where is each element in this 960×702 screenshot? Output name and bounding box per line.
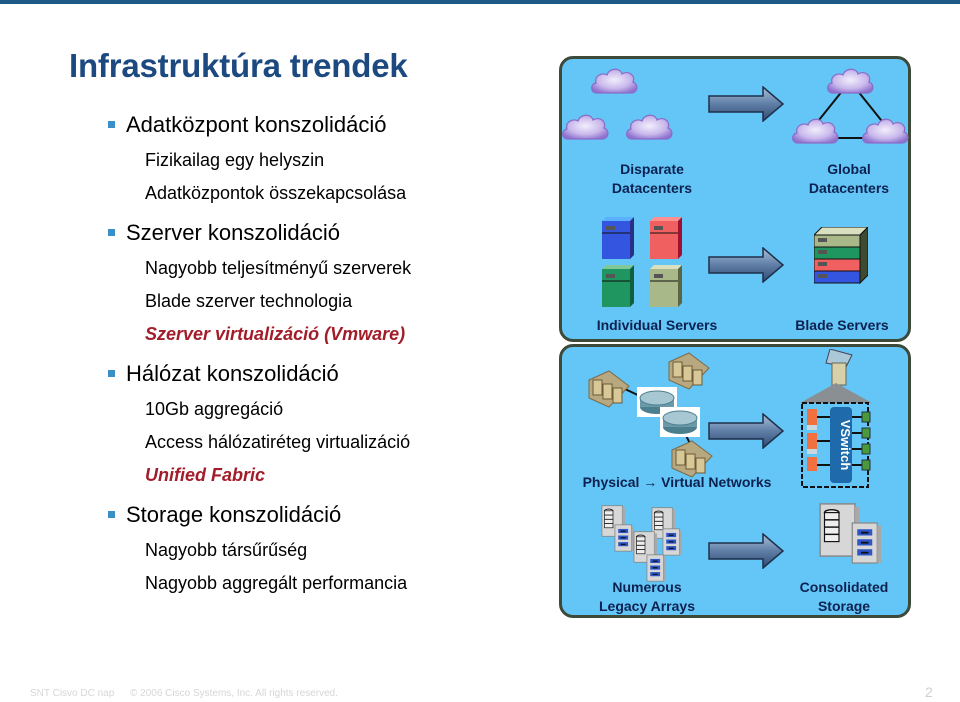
bullet-square-icon bbox=[108, 511, 115, 518]
transition-arrow-icon bbox=[708, 247, 784, 283]
transition-arrow-icon bbox=[708, 86, 784, 122]
label-consolidated-storage: Consolidated Storage bbox=[799, 579, 889, 614]
label-physical-virtual-networks: Physical → Virtual Networks bbox=[582, 474, 772, 490]
vswitch-label: VSwitch bbox=[838, 420, 853, 471]
sub-bullet: Nagyobb aggregált performancia bbox=[145, 573, 408, 593]
consolidated-storage-icon bbox=[817, 501, 887, 571]
server-tower-icon bbox=[650, 265, 682, 307]
transition-arrow-icon bbox=[708, 413, 784, 449]
cloud-icon bbox=[560, 111, 610, 145]
sub-bullet-highlight: Szerver virtualizáció (Vmware) bbox=[145, 324, 406, 344]
diagram-panel-network-storage: Physical → Virtual Networks VSwitch Nume… bbox=[559, 344, 911, 618]
sub-bullet: Nagyobb társűrűség bbox=[145, 540, 308, 560]
bullet-datacenter: Adatközpont konszolidáció bbox=[108, 110, 548, 140]
label-individual-servers: Individual Servers bbox=[596, 317, 718, 333]
transition-arrow-icon bbox=[708, 533, 784, 569]
bullet-square-icon bbox=[108, 370, 115, 377]
bullet-network: Hálózat konszolidáció bbox=[108, 359, 548, 389]
router-icon bbox=[582, 352, 712, 482]
footer-copyright: © 2006 Cisco Systems, Inc. All rights re… bbox=[130, 688, 339, 699]
vswitch-icon: VSwitch bbox=[800, 349, 872, 488]
cloud-triangle-icon bbox=[790, 65, 910, 155]
server-tower-icon bbox=[602, 265, 634, 307]
sub-bullet: Fizikailag egy helyszin bbox=[145, 150, 325, 170]
footer-event: SNT Cisvo DC nap bbox=[30, 688, 115, 699]
cloud-icon bbox=[624, 111, 674, 145]
sub-bullet: Blade szerver technologia bbox=[145, 291, 353, 311]
blade-chassis-icon bbox=[814, 227, 868, 285]
top-accent-bar bbox=[0, 0, 960, 4]
diagram-panel-compute: Disparate Datacenters Global Datacenters I… bbox=[559, 56, 911, 342]
label-disparate-datacenters: Disparate Datacenters bbox=[611, 161, 693, 196]
storage-array-icon bbox=[600, 504, 680, 584]
label-legacy-arrays: Numerous Legacy Arrays bbox=[599, 579, 695, 614]
sub-bullet: 10Gb aggregáció bbox=[145, 399, 284, 419]
slide-title: Infrastruktúra trendek bbox=[69, 47, 408, 84]
bullet-server: Szerver konszolidáció bbox=[108, 218, 548, 248]
server-tower-icon bbox=[602, 217, 634, 259]
page-number: 2 bbox=[925, 684, 933, 700]
sub-bullet: Nagyobb teljesítményű szerverek bbox=[145, 258, 412, 278]
bullet-storage: Storage konszolidáció bbox=[108, 500, 548, 530]
label-global-datacenters: Global Datacenters bbox=[808, 161, 890, 196]
bullet-square-icon bbox=[108, 229, 115, 236]
sub-bullet: Adatközpontok összekapcsolása bbox=[145, 183, 407, 203]
sub-bullet-highlight: Unified Fabric bbox=[145, 465, 266, 485]
bullet-square-icon bbox=[108, 121, 115, 128]
server-tower-icon bbox=[650, 217, 682, 259]
cloud-icon bbox=[589, 65, 639, 99]
label-blade-servers: Blade Servers bbox=[795, 317, 889, 333]
sub-bullet: Access hálózatiréteg virtualizáció bbox=[145, 432, 411, 452]
bullet-list: Adatközpont konszolidáció Fizikailag egy… bbox=[108, 110, 548, 600]
